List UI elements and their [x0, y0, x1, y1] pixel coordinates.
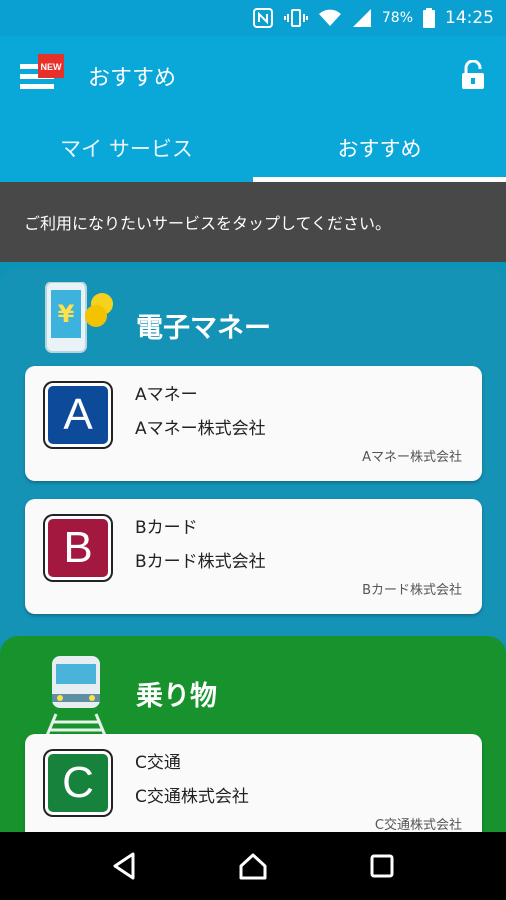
navigation-bar [0, 832, 506, 900]
recents-icon[interactable] [362, 846, 402, 886]
tab-recommended[interactable]: おすすめ [253, 114, 506, 182]
section-title: 電子マネー [136, 313, 271, 344]
battery-percent: 78% [381, 10, 413, 26]
signal-icon [352, 8, 372, 28]
service-card-b-card[interactable]: B Bカード Bカード株式会社 Bカード株式会社 [25, 499, 482, 614]
back-icon[interactable] [104, 846, 144, 886]
logo-letter: B [63, 523, 93, 572]
section-title: 乗り物 [136, 681, 217, 712]
new-badge: NEW [41, 62, 63, 72]
service-company: C交通株式会社 [135, 787, 249, 807]
section-e-money: ¥ 電子マネー A Aマネー Aマネー株式会社 Aマネー株式会社 B Bカード … [0, 268, 506, 643]
service-name: Aマネー [135, 385, 198, 405]
service-company: Bカード株式会社 [135, 552, 266, 572]
service-name: Bカード [135, 518, 198, 538]
instruction-banner: ご利用になりたいサービスをタップしてください。 [0, 182, 506, 262]
status-bar: 78% 14:25 [0, 0, 506, 36]
vibrate-icon [283, 8, 308, 28]
service-issuer: Aマネー株式会社 [362, 450, 462, 465]
service-issuer: C交通株式会社 [374, 818, 462, 833]
nfc-icon [252, 7, 274, 29]
tab-bar: マイ サービス おすすめ [0, 114, 506, 182]
smartphone-yen-icon: ¥ [42, 281, 122, 354]
c-logo-icon: C [45, 751, 111, 815]
train-icon [42, 654, 110, 739]
home-icon[interactable] [233, 846, 273, 886]
tab-my-services[interactable]: マイ サービス [0, 114, 253, 182]
tab-label: マイ サービス [60, 137, 193, 161]
logo-letter: C [62, 758, 94, 807]
service-company: Aマネー株式会社 [135, 419, 266, 439]
menu-icon[interactable]: NEW [20, 54, 66, 94]
logo-letter: A [63, 390, 93, 439]
wifi-icon [318, 8, 342, 28]
a-logo-icon: A [45, 383, 111, 447]
service-issuer: Bカード株式会社 [362, 583, 462, 598]
section-transport: 乗り物 C C交通 C交通株式会社 C交通株式会社 [0, 636, 506, 849]
app-bar: NEW おすすめ [0, 36, 506, 114]
battery-icon [423, 8, 435, 28]
service-card-a-money[interactable]: A Aマネー Aマネー株式会社 Aマネー株式会社 [25, 366, 482, 481]
tab-label: おすすめ [337, 137, 422, 161]
svg-text:¥: ¥ [58, 300, 75, 328]
b-logo-icon: B [45, 516, 111, 580]
lock-icon[interactable] [460, 59, 486, 90]
clock: 14:25 [445, 8, 494, 28]
service-name: C交通 [135, 753, 181, 773]
page-title: おすすめ [88, 66, 177, 91]
instruction-text: ご利用になりたいサービスをタップしてください。 [24, 214, 392, 233]
